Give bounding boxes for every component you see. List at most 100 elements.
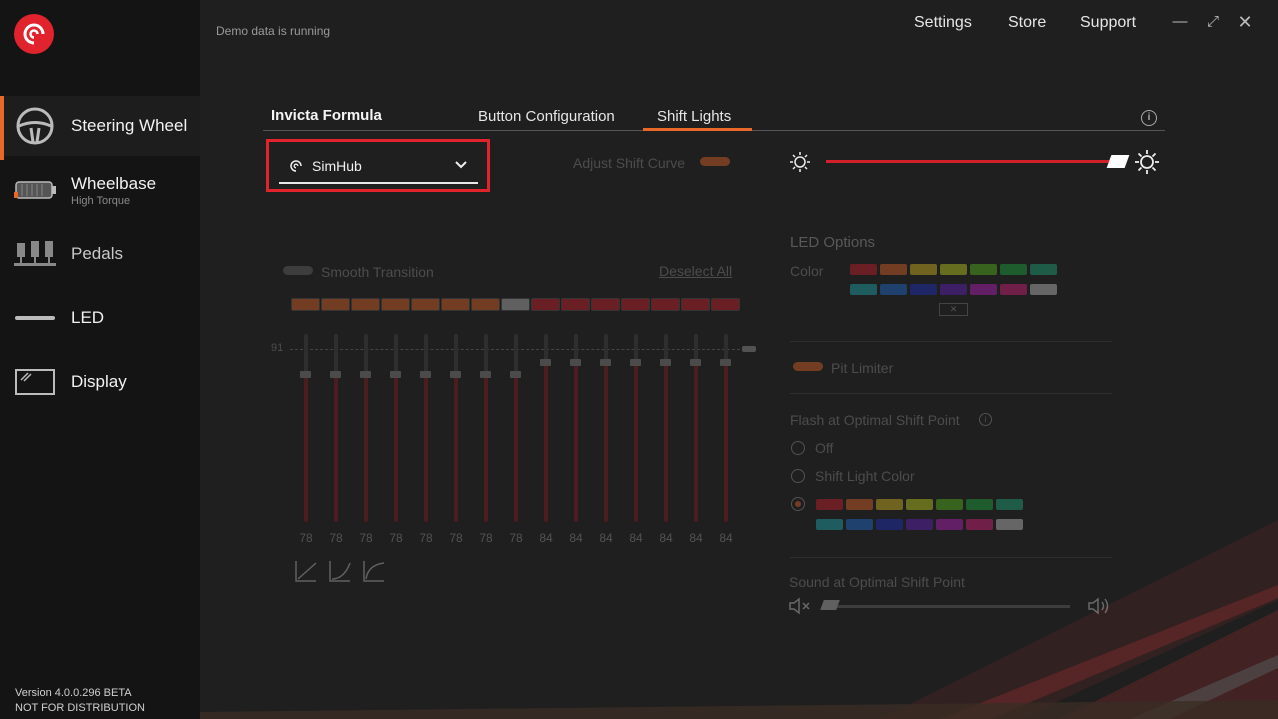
fader-track[interactable] (334, 373, 338, 522)
led-button[interactable] (501, 298, 530, 311)
fader-thumb[interactable] (690, 359, 701, 367)
color-swatch[interactable] (906, 519, 933, 530)
fader-thumb[interactable] (300, 370, 311, 378)
curve-preset-icons[interactable] (294, 559, 386, 583)
fader-track[interactable] (364, 373, 368, 522)
color-swatch[interactable] (970, 284, 997, 295)
led-button[interactable] (561, 298, 590, 311)
led-button[interactable] (441, 298, 470, 311)
fader-track[interactable] (724, 362, 728, 522)
tab-shift-lights[interactable]: Shift Lights (657, 108, 731, 125)
fader-track[interactable] (484, 373, 488, 522)
fader-thumb[interactable] (390, 370, 401, 378)
sidebar-item-display[interactable]: Display (0, 352, 200, 412)
fader-thumb[interactable] (330, 370, 341, 378)
fader-thumb[interactable] (630, 359, 641, 367)
fader-track[interactable] (694, 362, 698, 522)
color-swatch[interactable] (850, 284, 877, 295)
color-swatch[interactable] (996, 499, 1023, 510)
store-link[interactable]: Store (1008, 14, 1046, 32)
support-link[interactable]: Support (1080, 14, 1136, 32)
minimize-icon[interactable]: — (1170, 12, 1190, 32)
led-button[interactable] (681, 298, 710, 311)
volume-slider-track[interactable] (826, 605, 1070, 608)
volume-icon[interactable] (1087, 596, 1113, 616)
brightness-slider-track[interactable] (826, 160, 1116, 163)
app-logo[interactable] (14, 14, 54, 54)
flash-custom-color-radio[interactable] (791, 497, 805, 511)
color-swatch[interactable] (880, 264, 907, 275)
close-icon[interactable]: ✕ (1235, 12, 1255, 32)
fader-thumb[interactable] (450, 370, 461, 378)
fader-thumb[interactable] (570, 359, 581, 367)
fader-thumb[interactable] (420, 370, 431, 378)
sidebar-item-pedals[interactable]: Pedals (0, 224, 200, 284)
color-swatch[interactable] (846, 519, 873, 530)
deselect-all-link[interactable]: Deselect All (659, 263, 732, 279)
maximize-icon[interactable]: ⤢ (1203, 12, 1223, 32)
mute-icon[interactable] (788, 597, 814, 615)
fader-track[interactable] (394, 373, 398, 522)
threshold-handle[interactable] (742, 346, 756, 352)
color-swatch[interactable] (846, 499, 873, 510)
fader-track[interactable] (544, 362, 548, 522)
fader-thumb[interactable] (510, 370, 521, 378)
led-button[interactable] (591, 298, 620, 311)
fader-track[interactable] (664, 362, 668, 522)
led-button[interactable] (711, 298, 740, 311)
color-swatch[interactable] (970, 264, 997, 275)
sidebar-item-led[interactable]: LED (0, 288, 200, 348)
fader-track[interactable] (634, 362, 638, 522)
color-swatch[interactable] (936, 519, 963, 530)
led-button[interactable] (381, 298, 410, 311)
fader-track[interactable] (424, 373, 428, 522)
pit-limiter-toggle[interactable] (793, 362, 823, 371)
color-swatch[interactable] (876, 499, 903, 510)
led-button[interactable] (471, 298, 500, 311)
color-swatch[interactable] (910, 264, 937, 275)
flash-off-radio[interactable] (791, 441, 805, 455)
fader-track[interactable] (304, 373, 308, 522)
tab-button-configuration[interactable]: Button Configuration (478, 108, 615, 125)
flash-info-icon[interactable]: i (979, 413, 992, 426)
sidebar-item-steering-wheel[interactable]: Steering Wheel (0, 96, 200, 160)
smooth-transition-toggle[interactable] (283, 266, 313, 275)
fader-track[interactable] (574, 362, 578, 522)
color-swatch[interactable] (850, 264, 877, 275)
fader-track[interactable] (454, 373, 458, 522)
led-button[interactable] (621, 298, 650, 311)
color-swatch[interactable] (880, 284, 907, 295)
adjust-shift-curve-toggle[interactable] (700, 157, 730, 166)
flash-shift-light-color-radio[interactable] (791, 469, 805, 483)
color-swatch[interactable] (876, 519, 903, 530)
sidebar-item-wheelbase[interactable]: Wheelbase High Torque (0, 160, 200, 220)
color-swatch[interactable] (910, 284, 937, 295)
led-button[interactable] (411, 298, 440, 311)
fader-thumb[interactable] (480, 370, 491, 378)
led-button[interactable] (321, 298, 350, 311)
color-swatch[interactable] (816, 499, 843, 510)
fader-thumb[interactable] (360, 370, 371, 378)
fader-thumb[interactable] (600, 359, 611, 367)
color-swatch[interactable] (966, 519, 993, 530)
color-swatch[interactable] (1030, 264, 1057, 275)
color-swatch[interactable] (996, 519, 1023, 530)
color-swatch[interactable] (1030, 284, 1057, 295)
color-swatch[interactable] (816, 519, 843, 530)
led-button[interactable] (291, 298, 320, 311)
clear-color-icon[interactable]: ✕ (939, 303, 968, 316)
fader-thumb[interactable] (540, 359, 551, 367)
led-button[interactable] (351, 298, 380, 311)
color-swatch[interactable] (936, 499, 963, 510)
info-icon[interactable]: i (1141, 110, 1157, 126)
color-swatch[interactable] (1000, 284, 1027, 295)
fader-thumb[interactable] (720, 359, 731, 367)
fader-track[interactable] (514, 373, 518, 522)
settings-link[interactable]: Settings (914, 14, 972, 32)
color-swatch[interactable] (1000, 264, 1027, 275)
color-swatch[interactable] (940, 284, 967, 295)
color-swatch[interactable] (906, 499, 933, 510)
fader-thumb[interactable] (660, 359, 671, 367)
led-button[interactable] (531, 298, 560, 311)
color-swatch[interactable] (940, 264, 967, 275)
